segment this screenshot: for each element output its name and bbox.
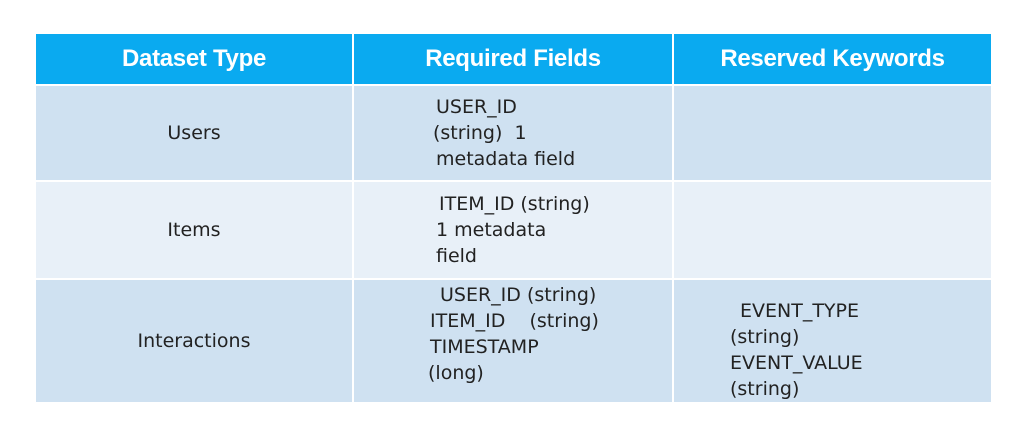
required-field-line: metadata field	[436, 148, 576, 170]
required-fields-cell: USER_ID (string) 1 metadata field	[353, 85, 674, 182]
dataset-type-cell: Interactions	[36, 279, 354, 404]
dataset-type-cell: Users	[36, 85, 354, 182]
required-field-line: field	[436, 245, 477, 267]
table-row: Interactions USER_ID (string) ITEM_ID (s…	[36, 279, 991, 404]
dataset-table-container: Dataset Type Required Fields Reserved Ke…	[36, 34, 991, 404]
reserved-keyword-line: EVENT_TYPE	[740, 300, 860, 322]
required-field-line: ITEM_ID (string)	[439, 193, 590, 215]
reserved-keyword-line: (string)	[730, 378, 800, 400]
required-field-line: TIMESTAMP	[430, 336, 539, 358]
reserved-keyword-line: (string)	[730, 326, 800, 348]
required-fields-cell: USER_ID (string) ITEM_ID (string) TIMEST…	[353, 279, 674, 404]
reserved-keywords-cell	[673, 181, 991, 280]
required-field-line: ITEM_ID (string)	[430, 310, 599, 332]
table-row: Items ITEM_ID (string) 1 metadata field	[36, 181, 991, 280]
required-fields-cell: ITEM_ID (string) 1 metadata field	[353, 181, 674, 280]
table-header-row: Dataset Type Required Fields Reserved Ke…	[36, 34, 991, 86]
dataset-type-cell: Items	[36, 181, 354, 280]
reserved-keyword-line: EVENT_VALUE	[730, 352, 863, 374]
required-field-line: 1 metadata	[436, 219, 547, 241]
required-field-line: (long)	[428, 362, 484, 384]
required-field-line: (string) 1	[433, 122, 527, 144]
reserved-keywords-cell: EVENT_TYPE (string) EVENT_VALUE (string)	[673, 279, 991, 404]
reserved-keywords-cell	[673, 85, 991, 182]
header-dataset-type: Dataset Type	[36, 34, 354, 86]
header-reserved-keywords: Reserved Keywords	[673, 34, 991, 86]
header-required-fields: Required Fields	[353, 34, 674, 86]
dataset-types-table: Dataset Type Required Fields Reserved Ke…	[36, 34, 991, 404]
required-field-line: USER_ID	[436, 96, 517, 118]
table-row: Users USER_ID (string) 1 metadata field	[36, 85, 991, 182]
required-field-line: USER_ID (string)	[440, 284, 597, 306]
